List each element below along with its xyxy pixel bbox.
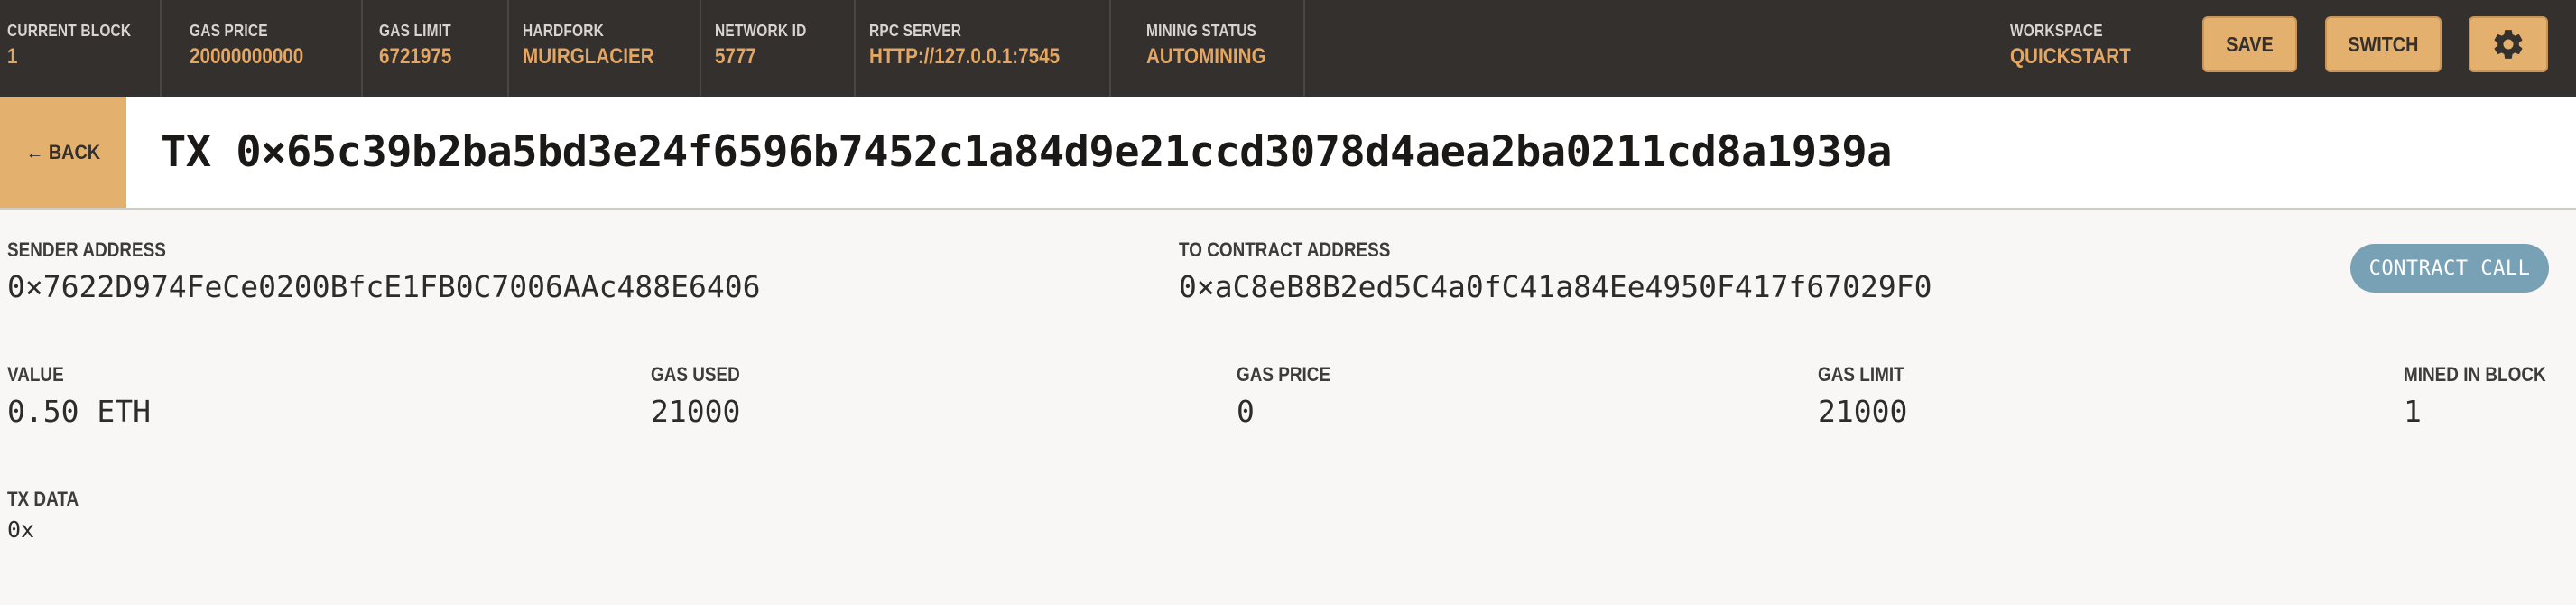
gas-price-field: GAS PRICE 0 [1237,363,1346,429]
stat-label: MINING STATUS [1146,22,1257,40]
tx-data-label: TX DATA [7,488,79,510]
stat-current-block: CURRENT BLOCK 1 [0,0,162,97]
workspace-label: WORKSPACE [2010,22,2103,40]
value-field: VALUE 0.50 ETH [7,363,151,429]
to-contract-address-field: TO CONTRACT ADDRESS 0×aC8eB8B2ed5C4a0fC4… [1179,238,1932,304]
back-button[interactable]: ← BACK [0,97,126,208]
switch-button[interactable]: SWITCH [2325,16,2442,72]
value-label: VALUE [7,363,64,386]
sender-address-field: SENDER ADDRESS 0×7622D974FeCe0200BfcE1FB… [7,238,760,304]
gear-icon [2494,30,2523,59]
top-status-bar: CURRENT BLOCK 1 GAS PRICE 20000000000 GA… [0,0,2576,97]
stat-label: GAS LIMIT [379,22,451,40]
workspace-name: QUICKSTART [2010,44,2131,69]
stat-label: GAS PRICE [190,22,268,40]
stat-value: 5777 [715,44,756,69]
stat-label: HARDFORK [523,22,604,40]
stat-value: 6721975 [379,44,452,69]
stat-label: CURRENT BLOCK [7,22,132,40]
page-title: TX 0×65c39b2ba5bd3e24f6596b7452c1a84d9e2… [161,127,1892,177]
mined-in-block-value: 1 [2404,394,2422,429]
stat-value: HTTP://127.0.0.1:7545 [869,44,1061,69]
stat-gas-limit: GAS LIMIT 6721975 [372,0,509,97]
tx-data-value: 0x [7,517,35,543]
gas-limit-label: GAS LIMIT [1818,363,1904,386]
gas-limit-field: GAS LIMIT 21000 [1818,363,1918,429]
back-button-label: ← BACK [25,140,101,163]
settings-button[interactable] [2469,16,2548,72]
transaction-header: ← BACK TX 0×65c39b2ba5bd3e24f6596b7452c1… [0,97,2576,210]
save-button[interactable]: SAVE [2202,16,2297,72]
stat-network-id: NETWORK ID 5777 [708,0,856,97]
gas-limit-value: 21000 [1818,394,1908,429]
tx-data-field: TX DATA 0x [7,488,90,543]
stat-value: 1 [7,44,18,69]
stat-hardfork: HARDFORK MUIRGLACIER [515,0,701,97]
gas-used-value: 21000 [651,394,741,429]
stat-value: MUIRGLACIER [523,44,654,69]
sender-address-value: 0×7622D974FeCe0200BfcE1FB0C7006AAc488E64… [7,269,761,304]
to-contract-address-label: TO CONTRACT ADDRESS [1179,238,1391,261]
workspace-indicator: WORKSPACE QUICKSTART [2003,0,2165,97]
sender-address-label: SENDER ADDRESS [7,238,166,261]
gas-price-label: GAS PRICE [1237,363,1331,386]
stat-rpc-server: RPC SERVER HTTP://127.0.0.1:7545 [862,0,1111,97]
save-button-label: SAVE [2226,32,2274,56]
gas-used-field: GAS USED 21000 [651,363,755,429]
stat-gas-price: GAS PRICE 20000000000 [182,0,363,97]
stat-label: RPC SERVER [869,22,962,40]
switch-button-label: SWITCH [2348,32,2419,56]
contract-call-badge: CONTRACT CALL [2350,244,2549,293]
stat-value: 20000000000 [190,44,304,69]
gas-used-label: GAS USED [651,363,740,386]
mined-in-block-label: MINED IN BLOCK [2404,363,2546,386]
mined-in-block-field: MINED IN BLOCK 1 [2404,363,2569,429]
stat-label: NETWORK ID [715,22,807,40]
value-amount: 0.50 ETH [7,394,151,429]
to-contract-address-value: 0×aC8eB8B2ed5C4a0fC41a84Ee4950F417f67029… [1179,269,1932,304]
stat-mining-status: MINING STATUS AUTOMINING [1139,0,1305,97]
gas-price-value: 0 [1237,394,1255,429]
stat-value: AUTOMINING [1146,44,1266,69]
